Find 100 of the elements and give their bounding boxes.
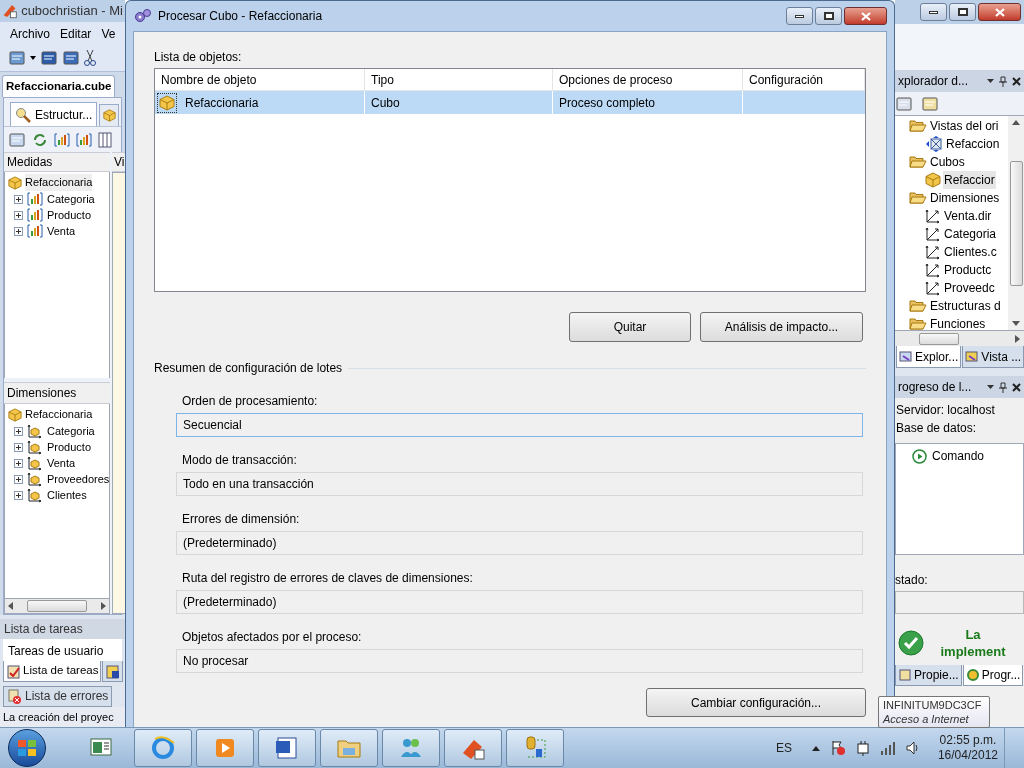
change-settings-button[interactable]: Cambiar configuración...: [646, 688, 866, 717]
tree-item[interactable]: Producto: [47, 438, 92, 456]
taskbar-button[interactable]: [444, 729, 502, 767]
speaker-icon[interactable]: [905, 741, 920, 755]
vertical-scrollbar[interactable]: [1008, 116, 1024, 330]
expand-icon[interactable]: [14, 490, 23, 500]
expand-icon[interactable]: [14, 474, 23, 484]
command-item[interactable]: Comando: [932, 447, 985, 465]
designer-tab[interactable]: [99, 104, 120, 126]
expand-icon[interactable]: [14, 442, 23, 452]
taskbar-button[interactable]: [506, 729, 564, 767]
menu-item[interactable]: Editar: [60, 24, 92, 43]
taskbar-button[interactable]: [258, 729, 316, 767]
tree-item[interactable]: Venta: [47, 454, 76, 472]
scroll-right-icon[interactable]: [101, 602, 106, 610]
tree-item[interactable]: Refaccion: [945, 135, 1001, 153]
expand-icon[interactable]: [14, 458, 23, 468]
caret-icon[interactable]: [811, 745, 820, 751]
app-maximize-button[interactable]: [949, 3, 976, 21]
taskbar-button[interactable]: [320, 729, 378, 767]
expand-icon[interactable]: [14, 210, 23, 220]
plug-icon[interactable]: [855, 740, 870, 756]
tree-item[interactable]: Categoria: [47, 190, 95, 208]
dialog-button[interactable]: Análisis de impacto...: [700, 312, 863, 342]
tree-item[interactable]: Categoria: [943, 225, 998, 243]
caret-icon[interactable]: [987, 79, 994, 83]
panel-tab[interactable]: Progr...: [962, 665, 1024, 686]
taskbar-button[interactable]: [134, 729, 192, 767]
save-icon[interactable]: [40, 49, 58, 67]
tree-item[interactable]: Refaccior: [943, 171, 996, 189]
tree-item[interactable]: Clientes.c: [943, 243, 998, 261]
new-project-icon[interactable]: [8, 49, 26, 67]
caret-icon[interactable]: [30, 56, 36, 60]
column-header[interactable]: Opciones de proceso: [553, 69, 743, 90]
panel-tab[interactable]: Lista de errores: [3, 685, 113, 707]
signal-bars-icon[interactable]: [879, 741, 896, 755]
start-button[interactable]: [8, 729, 46, 767]
setting-field[interactable]: (Predeterminado): [176, 531, 863, 555]
tree-item[interactable]: Cubos: [929, 153, 966, 171]
columns-icon[interactable]: [98, 131, 112, 148]
horizontal-scrollbar[interactable]: [895, 331, 1024, 346]
dialog-button[interactable]: Quitar: [569, 312, 691, 342]
tree-item[interactable]: Clientes: [47, 486, 87, 504]
scroll-left-icon[interactable]: [8, 602, 13, 610]
scroll-down-icon[interactable]: [1012, 321, 1020, 326]
close-icon[interactable]: [1012, 382, 1021, 392]
scroll-right-icon[interactable]: [1015, 334, 1020, 343]
tree-item[interactable]: Proveedc: [943, 279, 996, 297]
tree-item[interactable]: Estructuras d: [929, 297, 1002, 315]
flag-icon[interactable]: [829, 740, 846, 756]
pin-icon[interactable]: [999, 75, 1007, 87]
app-minimize-button[interactable]: [920, 3, 947, 21]
setting-field[interactable]: Todo en una transacción: [176, 472, 863, 496]
column-header[interactable]: Nombre de objeto: [155, 69, 365, 90]
taskbar-button[interactable]: [196, 729, 254, 767]
tree-item[interactable]: Vistas del ori: [929, 117, 1000, 135]
save-all-icon[interactable]: [62, 49, 80, 67]
setting-field[interactable]: (Predeterminado): [176, 590, 863, 614]
scroll-up-icon[interactable]: [1012, 120, 1020, 125]
cut-icon[interactable]: [84, 49, 96, 67]
expand-icon[interactable]: [14, 226, 23, 236]
tree-item[interactable]: Producto: [47, 206, 92, 224]
clock[interactable]: 02:55 p.m. 16/04/2012: [937, 733, 998, 763]
document-tab[interactable]: Refaccionaria.cube: [2, 75, 116, 97]
designer-tab[interactable]: Estructur...: [10, 102, 98, 126]
menu-item[interactable]: Ve: [101, 24, 116, 43]
table-row[interactable]: Refaccionaria Cubo Proceso completo: [155, 91, 865, 114]
dialog-maximize-button[interactable]: [815, 7, 842, 25]
calendar-icon[interactable]: [8, 130, 26, 149]
expand-icon[interactable]: [14, 194, 23, 204]
setting-field[interactable]: Secuencial: [176, 413, 863, 437]
app-close-button[interactable]: [978, 3, 1021, 21]
panel-tab[interactable]: Explor...: [896, 346, 962, 368]
tree-item[interactable]: Refaccionaria: [25, 406, 93, 423]
close-icon[interactable]: [1012, 76, 1021, 86]
tree-item[interactable]: Productc: [943, 261, 993, 279]
caret-icon[interactable]: [987, 385, 994, 389]
panel-tab[interactable]: Vista ...: [962, 346, 1024, 368]
tree-item[interactable]: Dimensiones: [929, 189, 1001, 207]
pin-icon[interactable]: [999, 381, 1007, 393]
dialog-close-button[interactable]: [844, 7, 887, 25]
tree-item[interactable]: Funciones: [929, 315, 987, 330]
tree-item[interactable]: Proveedores: [47, 470, 110, 488]
panel-tab[interactable]: Propie...: [895, 665, 962, 686]
tree-item[interactable]: Venta: [47, 222, 76, 240]
expand-icon[interactable]: [14, 426, 23, 436]
horizontal-scrollbar[interactable]: [4, 598, 110, 614]
column-header[interactable]: Configuración: [743, 69, 865, 90]
panel-tab[interactable]: [102, 661, 124, 682]
column-header[interactable]: Tipo: [365, 69, 553, 90]
tree-item[interactable]: Refaccionaria: [25, 174, 93, 191]
taskbar-button[interactable]: [382, 729, 440, 767]
menu-item[interactable]: Archivo: [10, 24, 50, 43]
panel-tab[interactable]: Lista de tareas: [3, 661, 102, 682]
tree-item[interactable]: Categoria: [47, 422, 95, 440]
tree-item[interactable]: Venta.dir: [943, 207, 993, 225]
language-indicator[interactable]: ES: [775, 739, 792, 757]
dialog-minimize-button[interactable]: [786, 7, 813, 25]
setting-field[interactable]: No procesar: [176, 649, 863, 673]
refresh-icon[interactable]: [32, 131, 48, 148]
